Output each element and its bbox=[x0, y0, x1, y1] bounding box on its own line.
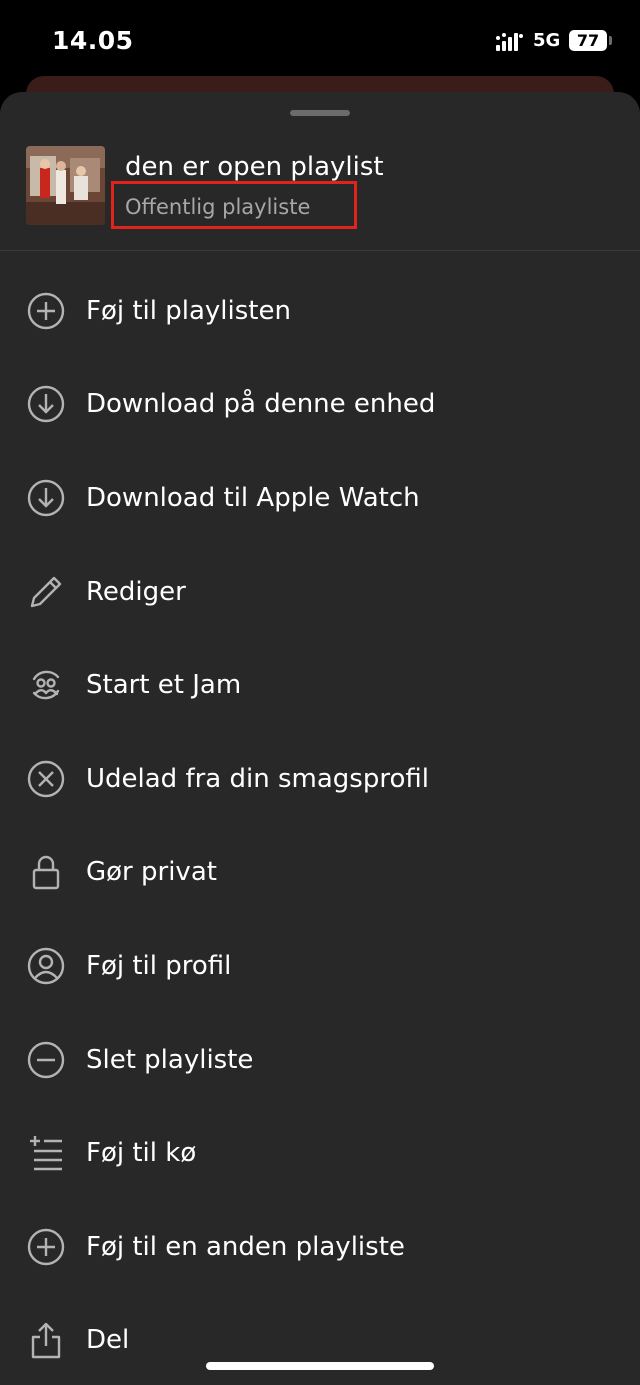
signal-icon bbox=[496, 33, 523, 51]
download-circle-icon bbox=[26, 478, 66, 518]
menu-item-label: Føj til playlisten bbox=[86, 295, 291, 326]
sheet-header: den er open playlist Offentlig playliste bbox=[0, 92, 640, 250]
battery-icon: 77 bbox=[569, 30, 607, 51]
menu-item-label: Slet playliste bbox=[86, 1044, 254, 1075]
network-label: 5G bbox=[533, 30, 561, 51]
menu-item-label: Rediger bbox=[86, 576, 186, 607]
playlist-cover-image bbox=[26, 146, 105, 225]
header-divider bbox=[0, 250, 640, 251]
plus-circle-icon bbox=[26, 1227, 66, 1267]
status-bar: 14.05 5G 77 bbox=[0, 0, 640, 80]
menu-item-delete-playlist[interactable]: Slet playliste bbox=[0, 1013, 640, 1107]
status-time: 14.05 bbox=[52, 26, 134, 55]
download-circle-icon bbox=[26, 384, 66, 424]
jam-icon bbox=[26, 665, 66, 705]
menu-item-add-to-queue[interactable]: Føj til kø bbox=[0, 1106, 640, 1200]
minus-circle-icon bbox=[26, 1040, 66, 1080]
lock-icon bbox=[26, 852, 66, 892]
x-circle-icon bbox=[26, 759, 66, 799]
share-icon bbox=[26, 1320, 66, 1360]
menu-item-start-jam[interactable]: Start et Jam bbox=[0, 638, 640, 732]
menu-item-edit[interactable]: Rediger bbox=[0, 545, 640, 639]
menu-item-label: Udelad fra din smagsprofil bbox=[86, 763, 429, 794]
battery-tip bbox=[609, 36, 612, 45]
menu-item-add-to-profile[interactable]: Føj til profil bbox=[0, 919, 640, 1013]
menu-item-label: Føj til kø bbox=[86, 1138, 197, 1169]
menu-item-add-to-playlist[interactable]: Føj til playlisten bbox=[0, 264, 640, 358]
menu-item-label: Download til Apple Watch bbox=[86, 482, 420, 513]
pencil-icon bbox=[26, 572, 66, 612]
menu-item-label: Download på denne enhed bbox=[86, 389, 436, 420]
menu-item-make-private[interactable]: Gør privat bbox=[0, 826, 640, 920]
playlist-title: den er open playlist bbox=[125, 152, 384, 182]
annotation-highlight-box bbox=[111, 181, 357, 229]
menu-item-download-watch[interactable]: Download til Apple Watch bbox=[0, 451, 640, 545]
context-menu-sheet: den er open playlist Offentlig playliste… bbox=[0, 92, 640, 1385]
menu-item-label: Føj til en anden playliste bbox=[86, 1231, 405, 1262]
menu-item-label: Gør privat bbox=[86, 857, 217, 888]
menu-item-label: Del bbox=[86, 1325, 130, 1356]
menu-item-exclude-taste-profile[interactable]: Udelad fra din smagsprofil bbox=[0, 732, 640, 826]
home-indicator[interactable] bbox=[206, 1362, 434, 1370]
profile-circle-icon bbox=[26, 946, 66, 986]
menu-item-label: Start et Jam bbox=[86, 670, 242, 701]
add-to-queue-icon bbox=[26, 1133, 66, 1173]
plus-circle-icon bbox=[26, 291, 66, 331]
menu-item-label: Føj til profil bbox=[86, 950, 232, 981]
menu-list: Føj til playlisten Download på denne enh… bbox=[0, 264, 640, 1385]
menu-item-download-device[interactable]: Download på denne enhed bbox=[0, 358, 640, 452]
menu-item-share[interactable]: Del bbox=[0, 1294, 640, 1385]
screen: 14.05 5G 77 den er open playlist Offentl… bbox=[0, 0, 640, 1385]
menu-item-add-to-other-playlist[interactable]: Føj til en anden playliste bbox=[0, 1200, 640, 1294]
